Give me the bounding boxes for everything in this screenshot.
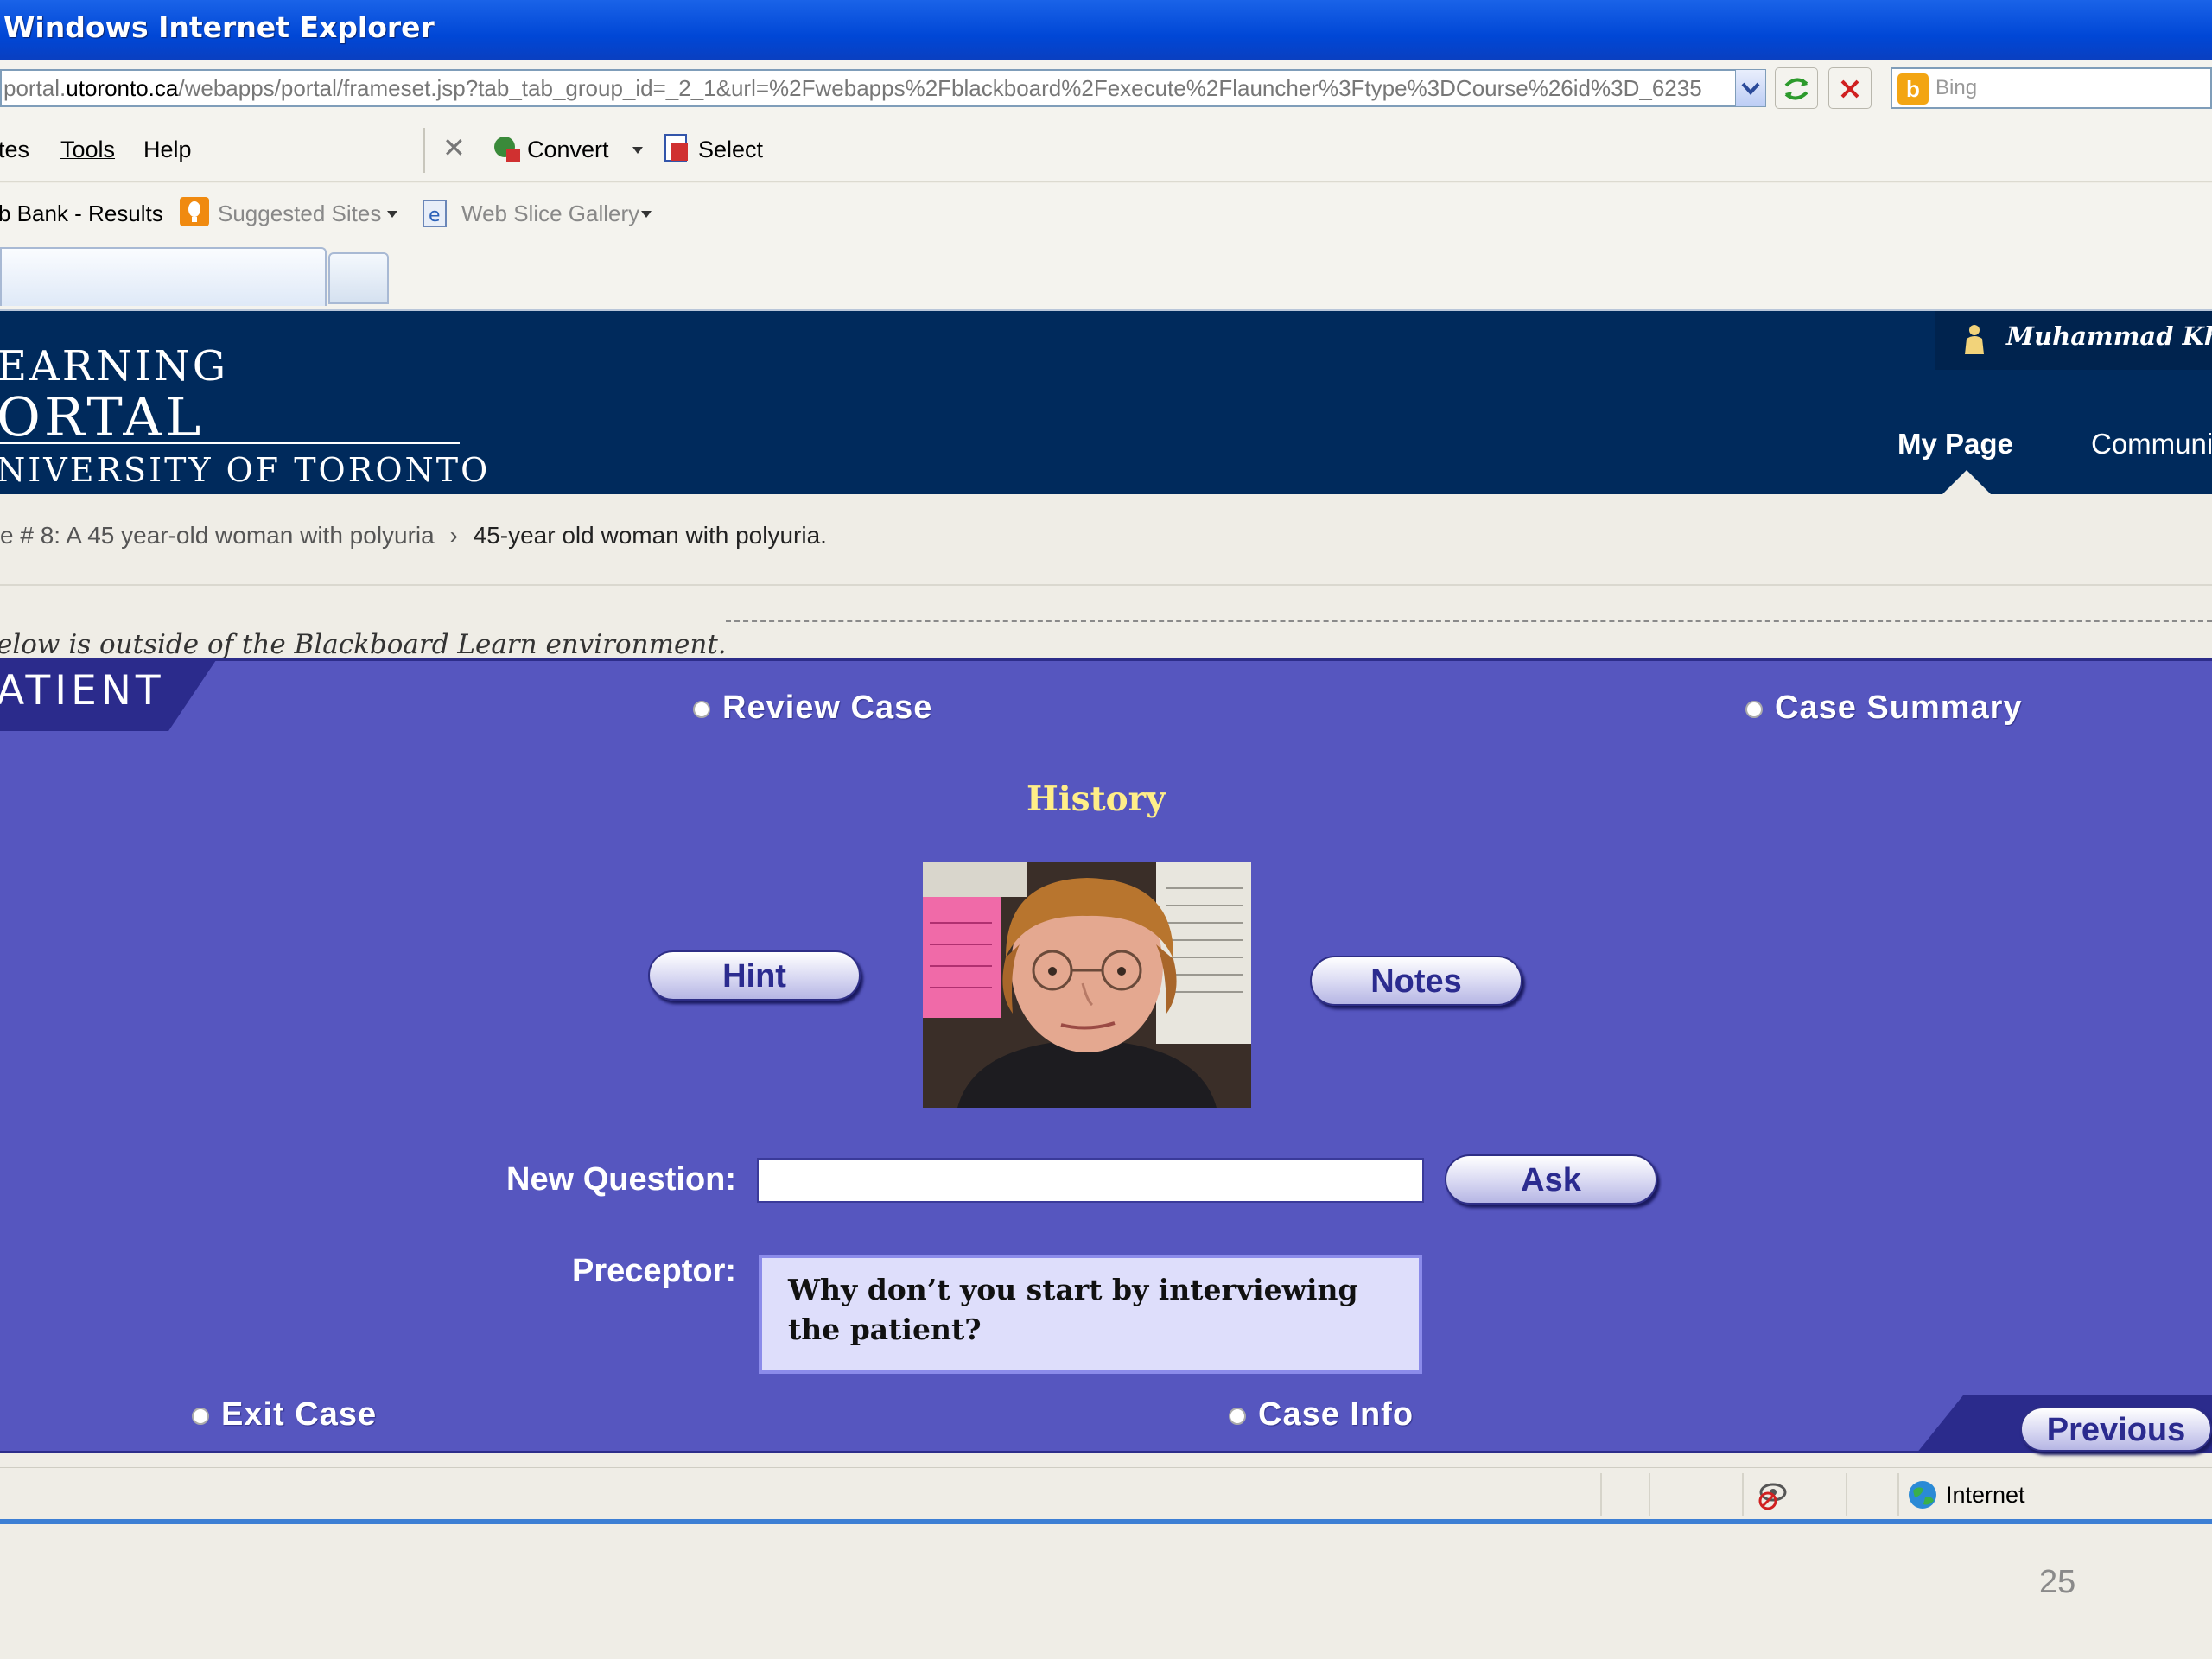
- status-divider: [1600, 1473, 1602, 1516]
- window-bottom-border: [0, 1519, 2212, 1524]
- address-dropdown-button[interactable]: [1735, 69, 1766, 107]
- external-content-notice: elow is outside of the Blackboard Learn …: [0, 629, 727, 660]
- breadcrumb-parent[interactable]: e # 8: A 45 year-old woman with polyuria: [0, 522, 435, 549]
- preceptor-message: Why don’t you start by interviewing the …: [759, 1255, 1422, 1374]
- privacy-icon[interactable]: [1756, 1480, 1790, 1511]
- search-box[interactable]: b Bing: [1891, 67, 2212, 109]
- close-icon[interactable]: ✕: [442, 131, 466, 164]
- status-divider: [1897, 1473, 1899, 1516]
- exit-case-link[interactable]: Exit Case: [192, 1396, 377, 1433]
- patient-photo-image: [923, 862, 1251, 1108]
- svg-text:e: e: [429, 205, 441, 226]
- bullet-icon: [693, 700, 710, 718]
- case-info-link[interactable]: Case Info: [1229, 1396, 1414, 1433]
- window-title-bar: Windows Internet Explorer: [0, 0, 2212, 60]
- slide-page-number: 25: [2039, 1564, 2076, 1600]
- refresh-button[interactable]: [1775, 67, 1818, 109]
- favorite-web-bank[interactable]: b Bank - Results: [0, 200, 163, 227]
- notes-button[interactable]: Notes: [1310, 956, 1522, 1006]
- status-divider: [1742, 1473, 1744, 1516]
- portal-logo-line1: EARNING: [0, 342, 229, 391]
- new-question-label: New Question:: [506, 1161, 737, 1198]
- breadcrumb-current: 45-year old woman with polyuria.: [473, 522, 827, 549]
- dropdown-arrow-icon[interactable]: [631, 145, 645, 156]
- menu-favorites[interactable]: tes: [0, 137, 29, 163]
- suggested-sites-icon: [180, 197, 209, 226]
- select-icon: [664, 134, 688, 162]
- breadcrumb: e # 8: A 45 year-old woman with polyuria…: [0, 522, 827, 550]
- previous-button[interactable]: Previous: [2020, 1407, 2212, 1452]
- menu-tools[interactable]: Tools: [60, 137, 115, 163]
- convert-icon: [494, 137, 520, 162]
- bing-icon: b: [1897, 73, 1929, 105]
- stop-icon: [1840, 79, 1859, 99]
- status-divider: [1846, 1473, 1847, 1516]
- bullet-icon: [192, 1407, 209, 1425]
- divider: [0, 584, 2212, 586]
- menu-help[interactable]: Help: [143, 137, 192, 163]
- new-question-input[interactable]: [757, 1158, 1424, 1203]
- new-tab-button[interactable]: [328, 252, 389, 304]
- portal-logo-line2: ORTAL: [0, 385, 205, 448]
- dropdown-arrow-icon[interactable]: [639, 209, 653, 219]
- favorite-web-slice-gallery[interactable]: Web Slice Gallery: [461, 200, 639, 227]
- refresh-icon: [1784, 78, 1808, 100]
- dashed-divider: [726, 620, 2212, 622]
- bullet-icon: [1745, 700, 1763, 718]
- favorites-bar: b Bank - Results Suggested Sites e Web S…: [0, 183, 2212, 240]
- nav-community[interactable]: Communi: [2091, 428, 2212, 461]
- select-button[interactable]: Select: [698, 137, 763, 163]
- ask-button[interactable]: Ask: [1445, 1154, 1657, 1205]
- globe-icon: [1909, 1481, 1936, 1509]
- case-summary-link[interactable]: Case Summary: [1745, 690, 2023, 727]
- toolbar-divider: [423, 128, 425, 173]
- patient-photo: [923, 862, 1251, 1108]
- logo-divider: [0, 442, 460, 444]
- security-zone-label: Internet: [1946, 1482, 2025, 1508]
- review-case-link[interactable]: Review Case: [693, 690, 932, 727]
- section-heading: History: [1027, 779, 1166, 819]
- user-name[interactable]: Muhammad Khan: [2006, 321, 2212, 351]
- window-title: Windows Internet Explorer: [3, 10, 435, 44]
- nav-active-indicator: [1942, 470, 1991, 494]
- address-bar[interactable]: portal.utoronto.ca/webapps/portal/frames…: [0, 69, 1738, 107]
- favorite-suggested-sites[interactable]: Suggested Sites: [218, 200, 381, 227]
- dropdown-arrow-icon[interactable]: [385, 209, 399, 219]
- web-slice-icon: e: [423, 200, 447, 227]
- portal-logo-line3: NIVERSITY OF TORONTO: [0, 451, 491, 489]
- status-divider: [1649, 1473, 1650, 1516]
- chevron-down-icon: [1741, 82, 1760, 95]
- breadcrumb-separator: ›: [449, 522, 458, 549]
- menu-bar: tes Tools Help ✕ Convert Select: [0, 121, 2212, 182]
- hint-button[interactable]: Hint: [648, 950, 861, 1001]
- convert-button[interactable]: Convert: [527, 137, 609, 163]
- user-icon: [1965, 325, 1984, 354]
- tab-active[interactable]: [0, 247, 327, 306]
- bullet-icon: [1229, 1407, 1246, 1425]
- stop-button[interactable]: [1828, 67, 1872, 109]
- nav-my-page[interactable]: My Page: [1897, 428, 2013, 461]
- status-bar: Internet: [0, 1467, 2212, 1522]
- preceptor-label: Preceptor:: [572, 1253, 737, 1289]
